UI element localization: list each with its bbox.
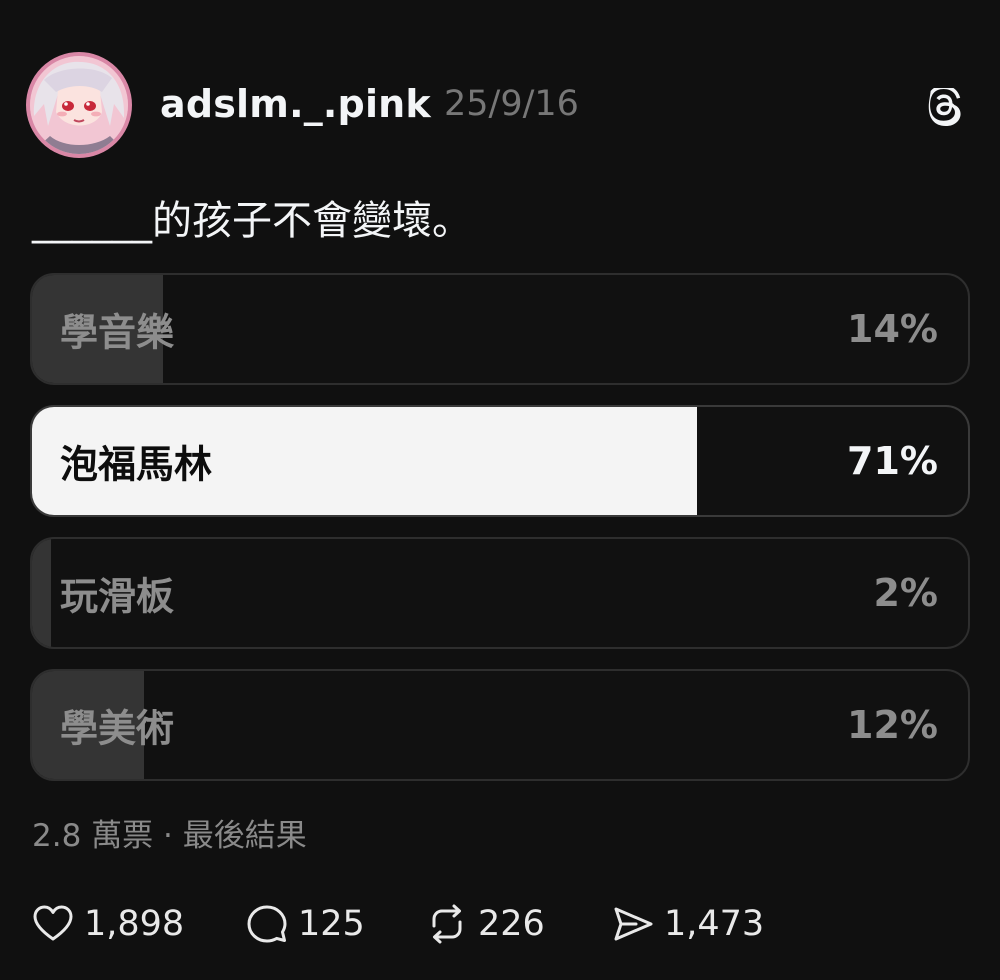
like-count: 1,898 — [84, 904, 185, 944]
reply-count: 125 — [298, 904, 365, 944]
poll-option-2[interactable]: 泡福馬林 71% — [30, 405, 970, 517]
post-text: ______的孩子不會變壞。 — [32, 198, 472, 244]
reply-button[interactable]: 125 — [244, 896, 365, 952]
threads-icon[interactable] — [926, 85, 966, 128]
comment-icon — [247, 905, 287, 943]
repost-count: 226 — [478, 904, 545, 944]
send-icon — [614, 907, 653, 941]
poll-option-3-percent: 2% — [873, 571, 938, 615]
avatar-illustration — [30, 56, 128, 154]
poll-option-3[interactable]: 玩滑板 2% — [30, 537, 970, 649]
heart-icon — [33, 905, 73, 941]
poll-option-1-label: 學音樂 — [60, 310, 175, 355]
post-header: adslm._.pink 25/9/16 — [26, 52, 974, 162]
poll-option-1[interactable]: 學音樂 14% — [30, 273, 970, 385]
like-button[interactable]: 1,898 — [30, 896, 184, 952]
poll-option-3-label: 玩滑板 — [60, 574, 175, 619]
poll: 學音樂 14% 泡福馬林 71% 玩滑板 2% 學美術 12% — [30, 273, 970, 801]
poll-option-3-fill — [32, 539, 51, 647]
poll-summary: 2.8 萬票 · 最後結果 — [32, 818, 307, 854]
repost-button[interactable]: 226 — [424, 896, 545, 952]
username[interactable]: adslm._.pink — [160, 82, 431, 126]
poll-option-4[interactable]: 學美術 12% — [30, 669, 970, 781]
post-date: 25/9/16 — [444, 84, 579, 124]
poll-option-2-label: 泡福馬林 — [60, 442, 213, 487]
avatar[interactable] — [26, 52, 132, 158]
poll-option-4-percent: 12% — [847, 703, 938, 747]
poll-option-2-percent: 71% — [847, 439, 938, 483]
share-button[interactable]: 1,473 — [610, 896, 764, 952]
poll-option-1-percent: 14% — [847, 307, 938, 351]
threads-post: adslm._.pink 25/9/16 ______的孩子不會變壞。 學音樂 … — [0, 0, 1000, 980]
share-count: 1,473 — [664, 904, 765, 944]
repost-icon — [432, 904, 462, 944]
action-bar: 1,898 125 226 1,473 — [30, 896, 970, 952]
poll-option-4-label: 學美術 — [60, 706, 175, 751]
